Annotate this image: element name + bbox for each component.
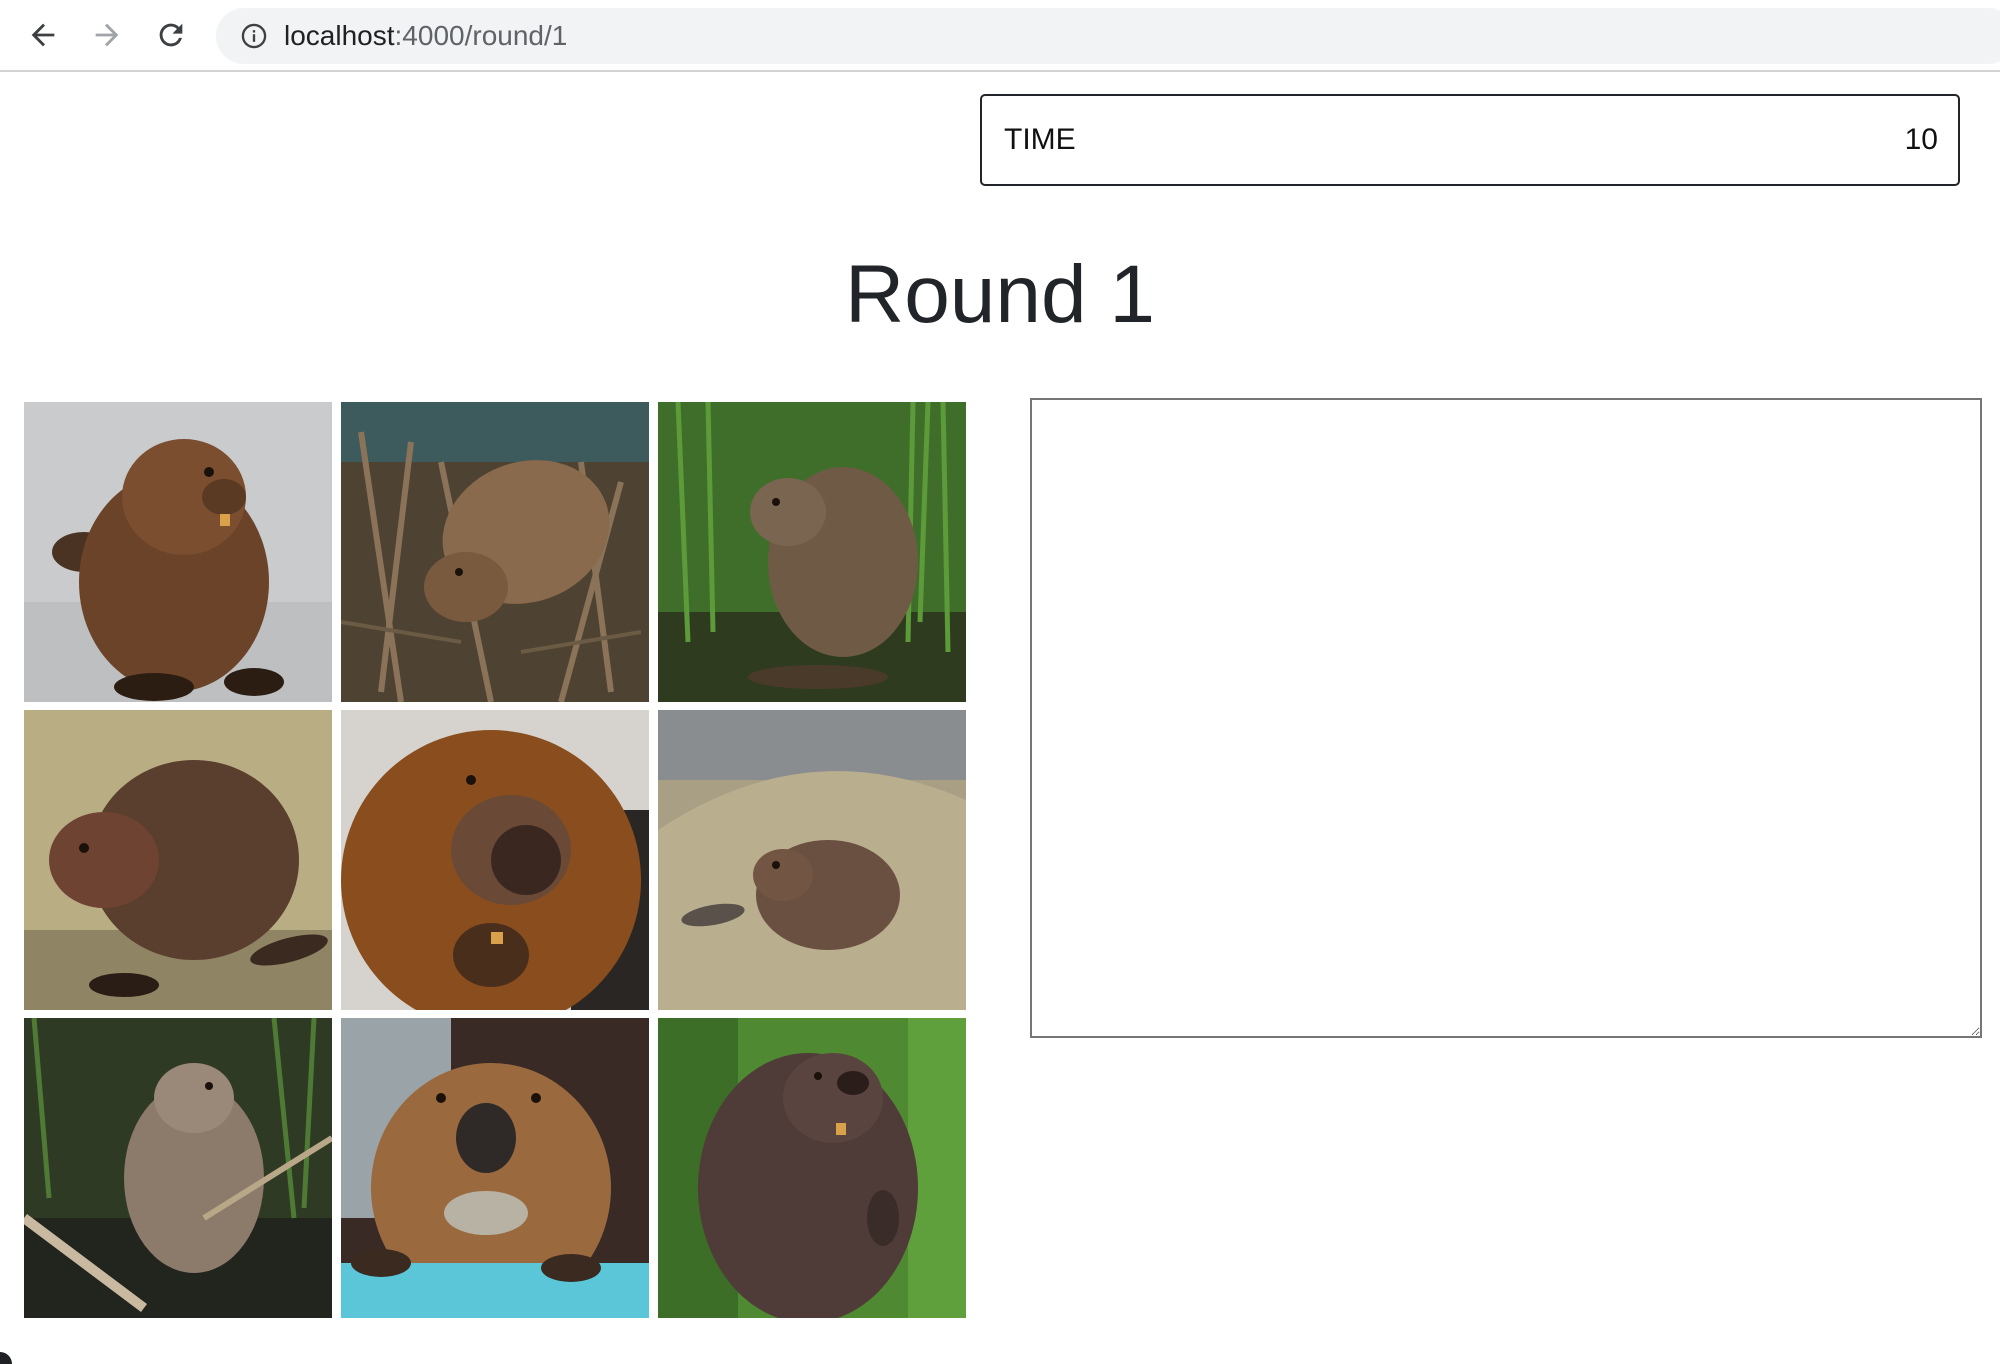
reload-button[interactable] (148, 12, 194, 58)
beaver-image-5[interactable] (341, 710, 649, 1010)
beaver-photo (658, 402, 966, 702)
address-bar[interactable]: localhost:4000/round/1 (216, 8, 2000, 64)
beaver-image-4[interactable] (24, 710, 332, 1010)
timer-value: 10 (1904, 123, 1938, 156)
beaver-photo (658, 710, 966, 1010)
beaver-photo (658, 1018, 966, 1318)
beaver-photo (341, 1018, 649, 1318)
info-icon[interactable] (240, 22, 268, 50)
beaver-image-2[interactable] (341, 402, 649, 702)
url-path: :4000/round/1 (394, 20, 568, 51)
beaver-photo (341, 402, 649, 702)
forward-button[interactable] (84, 12, 130, 58)
arrow-right-icon (95, 23, 119, 47)
beaver-image-9[interactable] (658, 1018, 966, 1318)
beaver-photo (24, 1018, 332, 1318)
reload-icon (159, 23, 183, 47)
beaver-image-8[interactable] (341, 1018, 649, 1318)
arrow-left-icon (31, 23, 55, 47)
beaver-image-6[interactable] (658, 710, 966, 1010)
answer-textarea[interactable] (1030, 398, 1982, 1038)
timer-label: TIME (1004, 123, 1076, 156)
page-title: Round 1 (844, 249, 1156, 340)
browser-toolbar: localhost:4000/round/1 (0, 0, 2000, 72)
window-corner (0, 1352, 12, 1364)
beaver-photo (24, 402, 332, 702)
timer-box: TIME 10 (980, 94, 1960, 186)
beaver-image-7[interactable] (24, 1018, 332, 1318)
beaver-image-1[interactable] (24, 402, 332, 702)
back-button[interactable] (20, 12, 66, 58)
beaver-photo (24, 710, 332, 1010)
url-host: localhost (284, 20, 395, 51)
url-text: localhost:4000/round/1 (284, 8, 567, 64)
image-grid (24, 402, 966, 1318)
beaver-image-3[interactable] (658, 402, 966, 702)
beaver-photo (341, 710, 649, 1010)
